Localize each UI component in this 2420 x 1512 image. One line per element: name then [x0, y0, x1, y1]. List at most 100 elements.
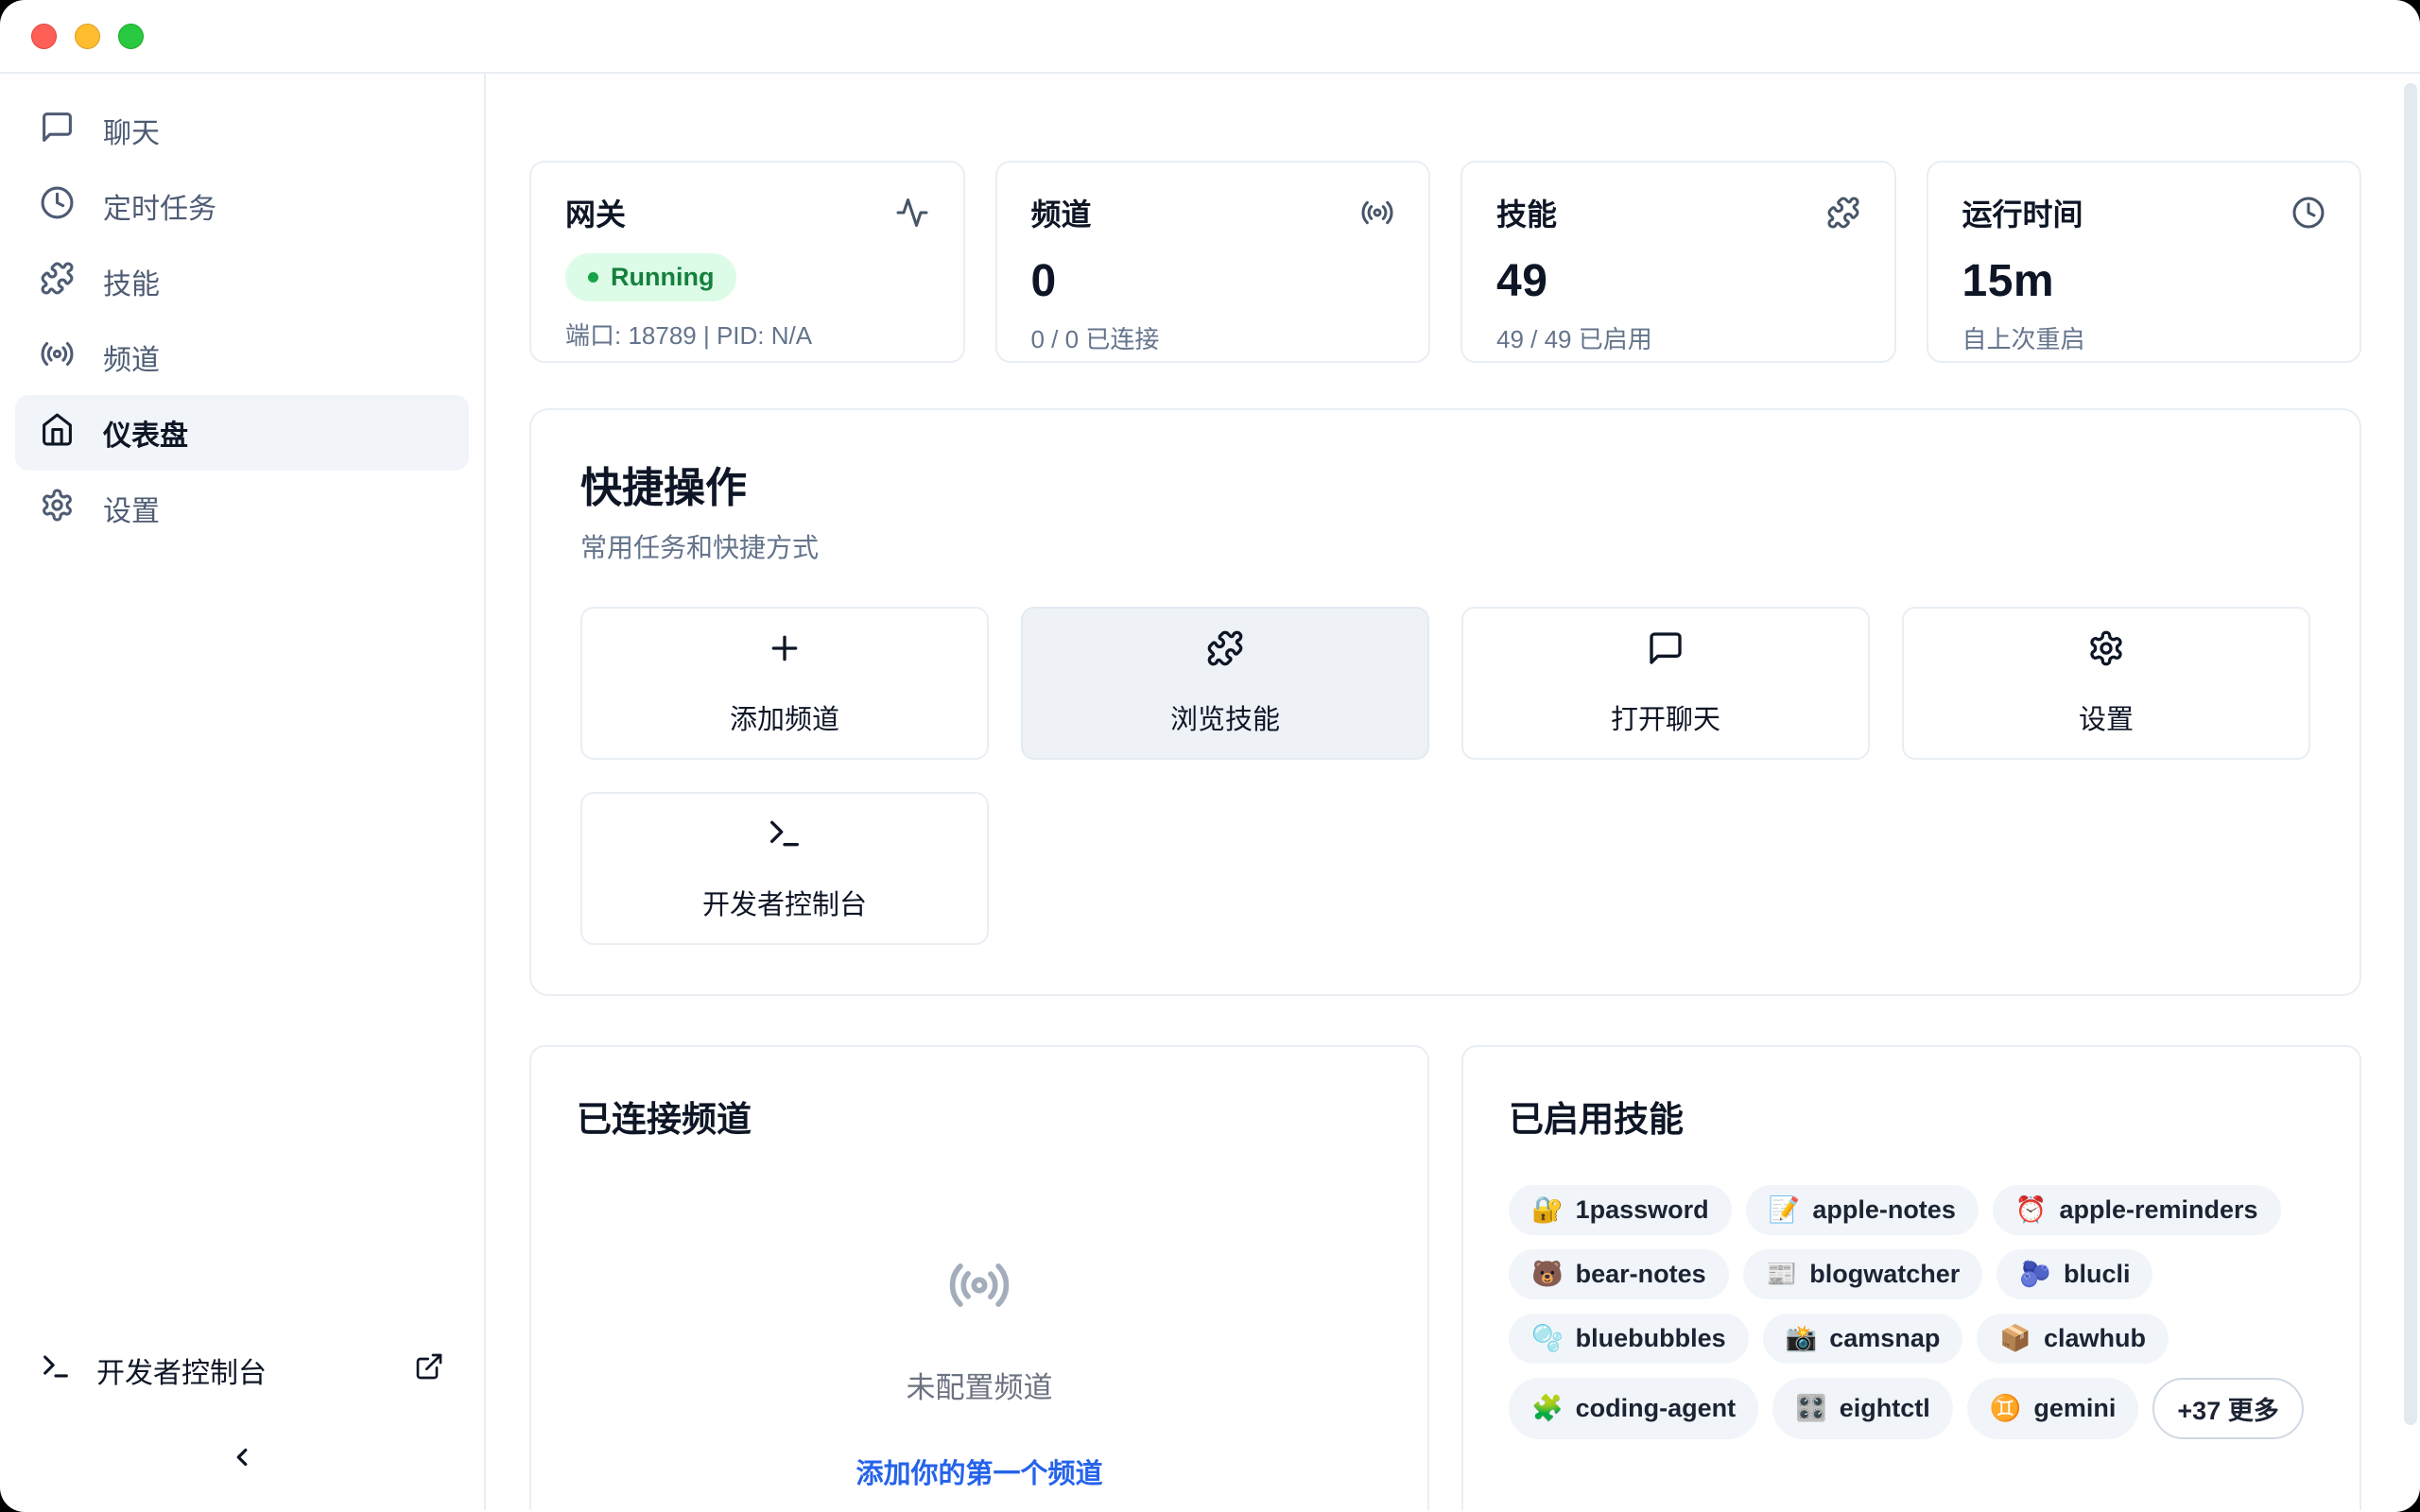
terminal-icon	[40, 1350, 72, 1390]
skill-chip-1password[interactable]: 🔐1password	[1509, 1185, 1732, 1235]
skill-chip-eightctl[interactable]: 🎛️eightctl	[1772, 1378, 1953, 1439]
skill-emoji: ♊️	[1990, 1396, 2022, 1421]
sidebar-item-label: 聊天	[103, 110, 160, 151]
app-window: 聊天 定时任务 技能 频道 仪表盘 设置	[0, 0, 2420, 1512]
sidebar-item-label: 仪表盘	[103, 412, 188, 454]
connected-channels-card: 已连接频道 未配置频道 添加你的第一个频道	[529, 1045, 1429, 1510]
enabled-skills-title: 已启用技能	[1509, 1091, 2314, 1142]
sidebar-item-label: 设置	[103, 488, 160, 529]
more-chip[interactable]: +37 更多	[2152, 1378, 2303, 1439]
bottom-row: 已连接频道 未配置频道 添加你的第一个频道 已启用技能 🔐1password 📝 a…	[529, 1045, 2361, 1510]
uptime-card-subtext: 自上次重启	[1962, 320, 2326, 355]
skills-card-title: 技能	[1496, 191, 1557, 234]
dev-console-link[interactable]: 开发者控制台	[15, 1334, 469, 1406]
skill-label: 1password	[1576, 1195, 1709, 1225]
status-dot	[588, 272, 598, 283]
sidebar-item-label: 定时任务	[103, 185, 216, 227]
main-content: 网关 Running 端口: 18789 | PID: N/A 频道 0	[486, 74, 2420, 1510]
skill-chip-apple-notes[interactable]: 📝 apple-notes	[1746, 1185, 1979, 1235]
clock-icon	[40, 185, 75, 228]
skill-chip-blogwatcher[interactable]: 📰blogwatcher	[1743, 1249, 1983, 1299]
gateway-card-title: 网关	[565, 191, 626, 234]
quick-actions-subtitle: 常用任务和快捷方式	[580, 527, 2310, 565]
radio-icon	[1360, 196, 1394, 230]
sidebar-item-settings[interactable]: 设置	[15, 471, 469, 546]
skill-emoji: 🎛️	[1795, 1396, 1827, 1421]
channels-card: 频道 0 0 / 0 已连接	[995, 161, 1431, 363]
radio-icon	[947, 1253, 1011, 1322]
empty-channels-text: 未配置频道	[907, 1364, 1053, 1406]
settings-button[interactable]: 设置	[1902, 607, 2310, 760]
plus-icon	[766, 629, 804, 675]
skill-chip-coding-agent[interactable]: 🧩 coding-agent	[1509, 1378, 1758, 1439]
uptime-card-title: 运行时间	[1962, 191, 2083, 234]
skill-chip-camsnap[interactable]: 📸 camsnap	[1763, 1314, 1963, 1364]
sidebar-collapse-button[interactable]	[216, 1431, 268, 1484]
add-first-channel-link[interactable]: 添加你的第一个频道	[856, 1452, 1102, 1491]
skill-chip-clawhub[interactable]: 📦clawhub	[1977, 1314, 2169, 1364]
puzzle-icon	[1826, 196, 1860, 230]
terminal-icon	[766, 815, 804, 860]
skill-label: camsnap	[1829, 1324, 1940, 1353]
skills-count: 49	[1496, 255, 1860, 307]
status-label: Running	[611, 263, 714, 292]
enabled-skills-card: 已启用技能 🔐1password 📝 apple-notes ⏰ apple-remin…	[1461, 1045, 2361, 1510]
clock-icon	[2291, 196, 2325, 230]
skill-chips: 🔐1password📝apple-notes⏰apple-reminders🐻b…	[1509, 1185, 2314, 1439]
skill-label: apple-notes	[1812, 1195, 1956, 1225]
skills-card: 技能 49 49 / 49 已启用	[1461, 161, 1896, 363]
browse-skills-button[interactable]: 浏览技能	[1021, 607, 1429, 760]
skill-emoji: 📦	[1999, 1326, 2031, 1351]
gateway-card: 网关 Running 端口: 18789 | PID: N/A	[529, 161, 965, 363]
quick-actions-title: 快捷操作	[580, 454, 2310, 514]
uptime-card: 运行时间 15m 自上次重启	[1927, 161, 2362, 363]
skill-chip-blucli[interactable]: 🫐blucli	[1996, 1249, 2152, 1299]
skill-emoji: 🧩	[1531, 1396, 1564, 1421]
external-link-icon[interactable]	[414, 1351, 444, 1389]
skill-emoji: 🐻	[1531, 1262, 1564, 1287]
skill-chip-bear-notes[interactable]: 🐻bear-notes	[1509, 1249, 1729, 1299]
skill-emoji: 🫧	[1531, 1326, 1564, 1351]
skill-label: coding-agent	[1576, 1394, 1737, 1423]
skill-label: gemini	[2033, 1394, 2116, 1423]
connected-channels-title: 已连接频道	[577, 1091, 1382, 1142]
channels-empty-state: 未配置频道 添加你的第一个频道	[577, 1253, 1382, 1491]
close-button[interactable]	[31, 24, 57, 49]
dev-console-button[interactable]: 开发者控制台	[580, 792, 989, 945]
scrollbar-thumb[interactable]	[2404, 83, 2417, 1425]
skill-chip-bluebubbles[interactable]: 🫧 bluebubbles	[1509, 1314, 1749, 1364]
gear-icon	[40, 488, 75, 530]
action-label: 浏览技能	[1170, 697, 1280, 737]
skill-chip-gemini[interactable]: ♊️ gemini	[1967, 1378, 2139, 1439]
sidebar: 聊天 定时任务 技能 频道 仪表盘 设置	[0, 74, 486, 1510]
skill-emoji: 📸	[1786, 1326, 1818, 1351]
sidebar-item-scheduled-tasks[interactable]: 定时任务	[15, 168, 469, 244]
sidebar-item-label: 技能	[103, 261, 160, 302]
uptime-value: 15m	[1962, 255, 2326, 307]
sidebar-item-dashboard[interactable]: 仪表盘	[15, 395, 469, 471]
skill-emoji: 📝	[1769, 1197, 1801, 1223]
radio-icon	[40, 336, 75, 379]
zoom-button[interactable]	[118, 24, 144, 49]
skill-chip-apple-reminders[interactable]: ⏰ apple-reminders	[1993, 1185, 2281, 1235]
gear-icon	[2087, 629, 2125, 675]
open-chat-button[interactable]: 打开聊天	[1461, 607, 1870, 760]
skill-label: apple-reminders	[2059, 1195, 2257, 1225]
action-label: 设置	[2079, 697, 2134, 737]
skill-label: bluebubbles	[1576, 1324, 1726, 1353]
add-channel-button[interactable]: 添加频道	[580, 607, 989, 760]
minimize-button[interactable]	[75, 24, 100, 49]
skill-emoji: ⏰	[2015, 1197, 2048, 1223]
action-label: 添加频道	[730, 697, 839, 737]
chat-bubble-icon	[40, 110, 75, 152]
sidebar-item-channels[interactable]: 频道	[15, 319, 469, 395]
sidebar-item-label: 频道	[103, 336, 160, 378]
skill-label: blucli	[2064, 1260, 2131, 1289]
skill-label: blogwatcher	[1809, 1260, 1960, 1289]
chat-bubble-icon	[1647, 629, 1685, 675]
sidebar-item-chat[interactable]: 聊天	[15, 93, 469, 168]
stats-row: 网关 Running 端口: 18789 | PID: N/A 频道 0	[529, 161, 2361, 363]
activity-icon	[895, 196, 929, 230]
sidebar-item-skills[interactable]: 技能	[15, 244, 469, 319]
puzzle-icon	[1206, 629, 1244, 675]
